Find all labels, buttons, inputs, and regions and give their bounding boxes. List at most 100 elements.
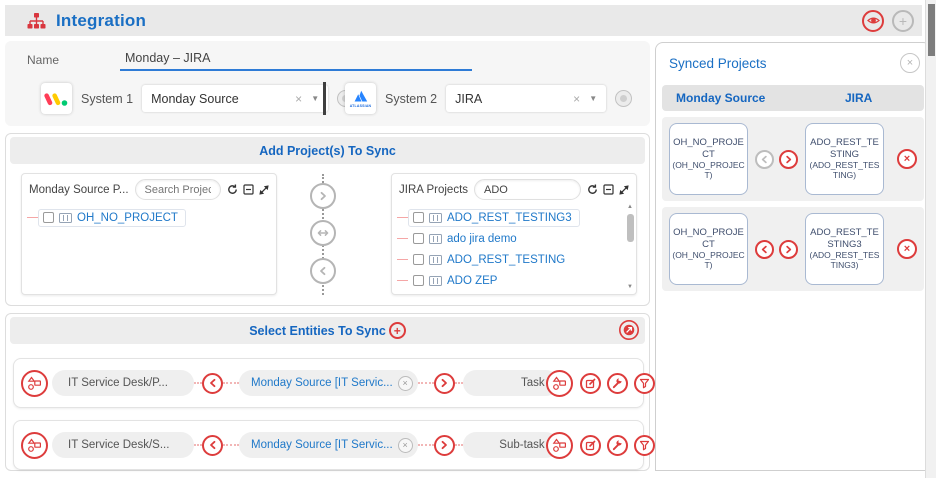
fit-view-icon[interactable] <box>259 185 269 195</box>
dotted-connector <box>194 382 202 384</box>
entities-section: Select Entities To Sync + IT Service Des… <box>5 313 650 471</box>
scrollbar-thumb[interactable] <box>928 4 935 56</box>
tree-item-box[interactable]: ADO_REST_TESTING3 <box>408 209 580 227</box>
tree-item-box[interactable]: OH_NO_PROJECT <box>38 209 186 227</box>
checkbox[interactable] <box>413 233 424 244</box>
tree-item[interactable]: ADO_REST_TESTING3 <box>397 207 636 228</box>
tree-item[interactable]: OH_NO_PROJECT <box>27 207 276 228</box>
integration-config-section: Name System 1 Monday Source × ▼ ATLASSIA… <box>5 41 650 126</box>
dotted-connector <box>418 382 434 384</box>
jira-projects-panel: JIRA Projects <box>391 173 637 295</box>
integration-name-input[interactable] <box>120 47 472 71</box>
sync-left-button[interactable] <box>202 435 223 456</box>
column-header-target: JIRA <box>845 91 872 105</box>
jira-projects-label: JIRA Projects <box>399 184 468 196</box>
project-transfer-controls <box>309 174 337 295</box>
scrollbar-thumb[interactable] <box>627 214 634 242</box>
page-scrollbar[interactable] <box>925 0 936 478</box>
system1-select[interactable]: Monday Source × ▼ <box>142 85 328 112</box>
sync-right-button[interactable] <box>779 150 798 169</box>
project-name: ADO_REST_TESTING3 <box>808 227 881 250</box>
chevron-down-icon[interactable]: ▼ <box>311 94 319 103</box>
sync-right-button[interactable] <box>779 240 798 259</box>
dotted-connector <box>455 444 463 446</box>
tree-item[interactable]: ADO ZEP <box>397 270 636 291</box>
close-icon: × <box>904 154 910 165</box>
tree-item-box[interactable]: ado jira demo <box>408 230 525 248</box>
wrench-icon[interactable] <box>607 435 628 456</box>
two-way-sync-button[interactable] <box>310 220 336 246</box>
clear-icon[interactable]: × <box>295 92 302 106</box>
target-project-card: ADO_REST_TESTING (ADO_REST_TESTING) <box>805 123 884 195</box>
monday-project-search-input[interactable] <box>135 179 221 200</box>
add-entity-button[interactable]: + <box>389 322 406 339</box>
system2-select[interactable]: JIRA × ▼ <box>446 85 606 112</box>
remove-sync-button[interactable]: × <box>897 149 917 169</box>
mapped-entity-pill[interactable]: Monday Source [IT Servic... × <box>239 432 418 458</box>
sync-left-button[interactable] <box>202 373 223 394</box>
project-name: ADO_REST_TESTING <box>808 137 881 160</box>
filter-icon[interactable] <box>634 373 655 394</box>
sync-right-button[interactable] <box>434 435 455 456</box>
clear-icon[interactable]: × <box>573 92 580 106</box>
refresh-icon[interactable] <box>587 184 598 195</box>
mapped-entity-pill[interactable]: Monday Source [IT Servic... × <box>239 370 418 396</box>
project-key: (OH_NO_PROJECT) <box>672 251 745 271</box>
move-right-button[interactable] <box>310 183 336 209</box>
edit-icon[interactable] <box>580 373 601 394</box>
refresh-icon[interactable] <box>227 184 238 195</box>
sync-left-button[interactable] <box>755 150 774 169</box>
close-icon: × <box>403 379 408 388</box>
target-entity-pill[interactable]: Task <box>463 370 559 396</box>
close-panel-button[interactable]: × <box>900 53 920 73</box>
add-integration-button[interactable]: + <box>892 10 914 32</box>
wrench-icon[interactable] <box>607 373 628 394</box>
edit-icon[interactable] <box>580 435 601 456</box>
remove-sync-button[interactable]: × <box>897 239 917 259</box>
target-entity-pill[interactable]: Sub-task <box>463 432 559 458</box>
systems-divider <box>323 82 326 115</box>
sync-left-button[interactable] <box>755 240 774 259</box>
system2-value: JIRA <box>455 92 573 106</box>
collapse-entities-button[interactable] <box>618 319 640 341</box>
tree-item-box[interactable]: ADO_REST_TESTING <box>408 251 573 269</box>
checkbox[interactable] <box>413 254 424 265</box>
jira-entity-pill[interactable]: IT Service Desk/S... <box>52 432 194 458</box>
collapse-all-icon[interactable] <box>243 184 254 195</box>
add-projects-section: Add Project(s) To Sync Monday Source P..… <box>5 133 650 306</box>
project-name: ADO ZEP <box>447 275 497 287</box>
entity-mapping-row: IT Service Desk/P... Monday Source [IT S… <box>13 358 644 408</box>
tree-item-box[interactable]: ADO ZEP <box>408 272 505 290</box>
preview-button[interactable] <box>862 10 884 32</box>
tree-scrollbar[interactable]: ▲ ▼ <box>625 204 635 290</box>
jira-project-search-input[interactable] <box>474 179 581 200</box>
filter-icon[interactable] <box>634 435 655 456</box>
dotted-connector <box>418 444 434 446</box>
collapse-all-icon[interactable] <box>603 184 614 195</box>
checkbox[interactable] <box>43 212 54 223</box>
system1-label: System 1 <box>81 92 133 106</box>
name-label: Name <box>27 53 59 67</box>
project-key: (ADO_REST_TESTING) <box>808 161 881 181</box>
sync-right-button[interactable] <box>434 373 455 394</box>
chevron-down-icon[interactable]: ▼ <box>589 94 597 103</box>
entity-type-icon <box>546 432 573 459</box>
mapped-entity-label: Monday Source [IT Servic... <box>251 439 393 451</box>
checkbox[interactable] <box>413 212 424 223</box>
system2-radio[interactable] <box>615 90 632 107</box>
scroll-up-icon[interactable]: ▲ <box>625 204 635 210</box>
entities-header: Select Entities To Sync + <box>10 317 645 344</box>
jira-project-tree: ADO_REST_TESTING3 ado jira demo <box>392 205 636 291</box>
fit-view-icon[interactable] <box>619 185 629 195</box>
remove-mapping-button[interactable]: × <box>398 438 413 453</box>
checkbox[interactable] <box>413 275 424 286</box>
entity-type-icon <box>21 432 48 459</box>
tree-item[interactable]: ADO_REST_TESTING <box>397 249 636 270</box>
tree-item[interactable]: ado jira demo <box>397 228 636 249</box>
move-left-button[interactable] <box>310 258 336 284</box>
remove-mapping-button[interactable]: × <box>398 376 413 391</box>
plus-icon: + <box>899 14 907 28</box>
scroll-down-icon[interactable]: ▼ <box>625 284 635 290</box>
jira-entity-pill[interactable]: IT Service Desk/P... <box>52 370 194 396</box>
board-icon <box>59 213 72 223</box>
